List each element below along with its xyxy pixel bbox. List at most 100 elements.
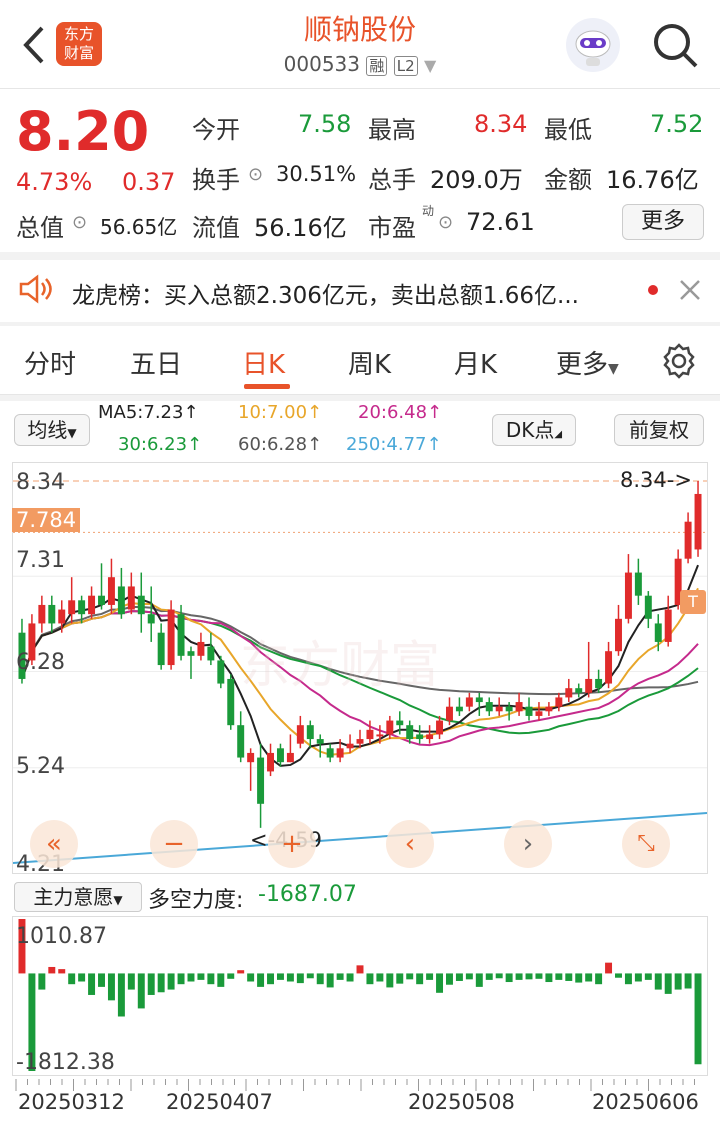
candle-body [396,720,404,726]
search-icon[interactable] [650,20,700,70]
indicator-bar [167,973,175,990]
candle-body [147,614,155,624]
candle-body [505,706,513,712]
more-button[interactable]: 更多 [622,204,704,240]
indicator-bar [485,973,493,980]
indicator-bar [127,973,135,990]
notice-text[interactable]: 龙虎榜：买入总额2.306亿元，卖出总额1.66亿... [72,276,579,310]
tab-five-day[interactable]: 五日 [130,344,182,381]
zoom-out-icon[interactable]: − [150,820,198,868]
indicator-bar [306,973,314,979]
tab-monthly-k[interactable]: 月K [454,344,497,381]
forward-adjust-button[interactable]: 前复权 [614,414,704,446]
indicator-bar [217,973,225,987]
scroll-left-icon[interactable]: ‹ [386,820,434,868]
candle-body [485,702,493,712]
candle-body [38,604,46,624]
mktcap-value: 56.65亿 [100,215,178,239]
candle-body [127,586,135,610]
dropdown-icon[interactable]: ▼ [424,56,436,75]
signal-t-badge[interactable]: T [680,590,706,614]
indicator-bar [48,966,56,974]
indicator-bar [107,973,115,1001]
corner-icon: ◢ [554,429,563,440]
indicator-bar [316,973,324,985]
pe-value: 72.61 [466,208,535,236]
indicator-bar [68,973,76,985]
volume-value: 209.0万 [430,166,523,194]
indicator-bar [694,973,702,1065]
close-icon[interactable] [678,276,702,308]
tab-weekly-k[interactable]: 周K [348,344,391,381]
indicator-select[interactable]: 主力意愿▼ [14,882,142,912]
candle-body [376,734,384,737]
indicator-bar [386,973,394,988]
candle-body [495,706,503,712]
tab-daily-k[interactable]: 日K [242,344,285,381]
indicator-select-label: 主力意愿 [33,885,114,909]
indicator-bar [565,973,573,981]
candle-body [157,632,165,666]
robot-assistant-icon[interactable] [566,18,620,72]
candle-body [694,493,702,550]
indicator-bar [137,973,145,1009]
info-icon[interactable]: ⊙ [248,164,263,185]
indicator-bar [634,973,642,982]
candle-body [306,725,314,740]
indicator-bar [326,973,334,988]
indicator-bar [555,973,563,980]
info-icon[interactable]: ⊙ [438,212,453,233]
ma-select[interactable]: 均线▼ [14,414,90,446]
low-label: 最低 [544,116,592,144]
indicator-bar [147,973,155,995]
info-icon[interactable]: ⊙ [72,212,87,233]
candle-body [346,743,354,749]
dk-label: DK点 [505,418,555,442]
turnover-value: 30.51% [276,162,357,186]
indicator-bar [286,973,294,982]
change-percent: 4.73% [16,168,93,196]
candle-body [416,734,424,740]
settings-gear-icon[interactable] [660,342,698,384]
indicator-bar [674,973,682,990]
candle-body [644,595,652,619]
tab-more[interactable]: 更多▼ [556,344,619,381]
turnover-label: 换手 [192,166,240,194]
dk-point-button[interactable]: DK点◢ [492,414,576,446]
candle-body [535,711,543,716]
indicator-bar [664,973,672,994]
indicator-bar [475,973,483,987]
open-label: 今开 [192,116,240,144]
fullscreen-icon[interactable]: ⤡ [622,820,670,868]
indicator-name: 多空力度: [148,888,244,913]
indicator-chart[interactable] [12,916,708,1076]
tab-timeshare[interactable]: 分时 [24,344,76,381]
scroll-right-icon[interactable]: › [504,820,552,868]
indicator-bar [187,973,195,982]
candle-body [48,604,56,624]
scroll-left-far-icon[interactable]: « [30,820,78,868]
indicator-bar [267,973,275,985]
indicator-bar [38,973,46,990]
zoom-in-icon[interactable]: + [268,820,316,868]
indicator-bar [396,973,404,984]
amount-value: 16.76亿 [606,166,699,194]
section-gap [0,395,720,401]
indicator-bar [336,973,344,980]
candle-body [107,577,115,605]
pe-label: 市盈 [368,214,416,242]
indicator-bar [684,973,692,989]
current-price-tag: 7.784 [12,508,81,532]
indicator-svg [18,919,702,1071]
indicator-bar [436,973,444,993]
indicator-bar [88,973,96,995]
candle-body [227,678,235,726]
indicator-bar [197,973,205,980]
indicator-bar [346,973,354,982]
amount-label: 金额 [544,166,592,194]
candle-body [296,725,304,744]
ma250-line [12,812,708,864]
change-amount: 0.37 [122,168,176,196]
ma250-label: 250:4.77↑ [346,434,442,455]
candle-body [78,600,86,615]
